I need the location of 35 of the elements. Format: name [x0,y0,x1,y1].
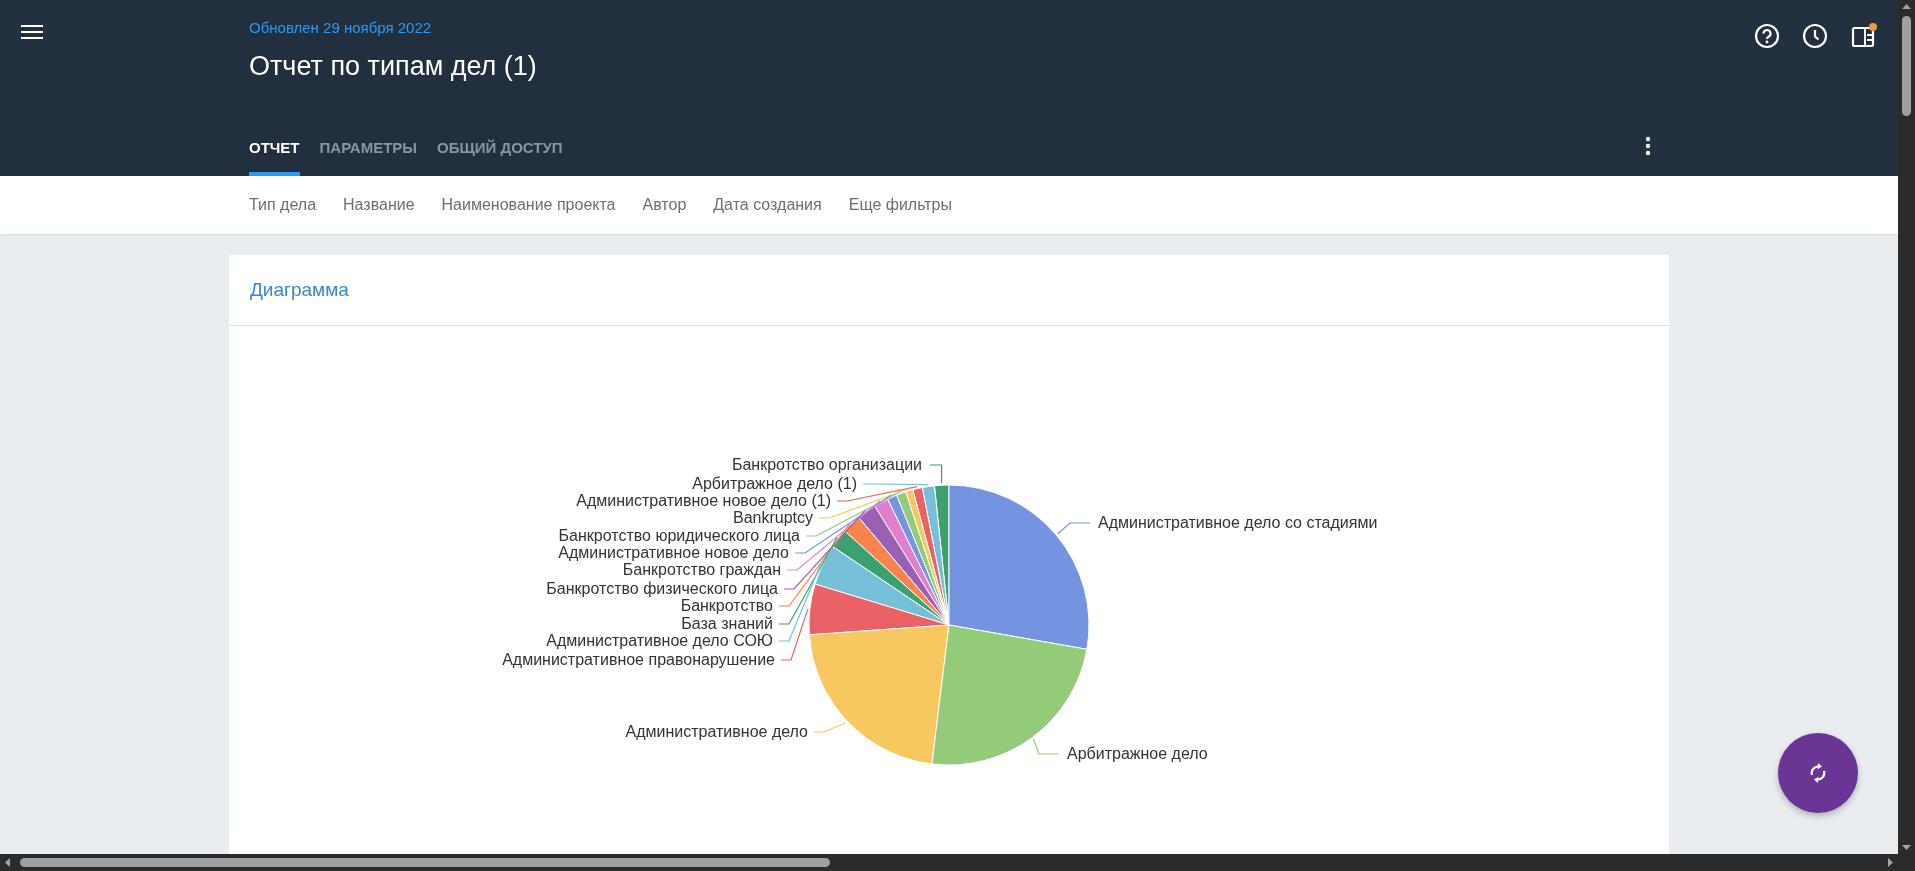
card-title: Диаграмма [250,279,349,301]
report-tab[interactable]: ПАРАМЕТРЫ [319,139,418,176]
slice-label: База знаний [681,615,773,632]
filter-link[interactable]: Дата создания [713,196,822,214]
slice-label: Банкротство граждан [622,561,781,578]
slice-label: Административное новое дело (1) [576,492,831,509]
filter-link[interactable]: Автор [642,196,687,214]
slice-label: Административное дело СОЮ [546,632,773,649]
refresh-button[interactable] [1778,733,1858,813]
slice-label: Арбитражное дело (1) [692,475,857,492]
filter-link[interactable]: Название [343,196,415,214]
filter-link[interactable]: Еще фильтры [848,196,952,214]
report-title: Отчет по типам дел (1) [249,50,538,83]
slice-label: Банкротство юридического лица [558,527,800,544]
clock-icon[interactable] [1802,23,1828,49]
more-icon[interactable] [1645,136,1651,156]
slice-label: Административное правонарушение [502,651,775,668]
slice-label: Административное дело [625,723,808,740]
horizontal-scrollbar[interactable] [0,854,1898,871]
help-icon[interactable] [1754,23,1780,49]
filter-link[interactable]: Наименование проекта [441,196,616,214]
slice-label: Банкротство физического лица [546,580,778,597]
report-tab[interactable]: ОБЩИЙ ДОСТУП [437,139,563,176]
slice-label: Банкротство организации [731,456,922,473]
vertical-scrollbar[interactable] [1898,0,1915,854]
updated-date: Обновлен 29 ноября 2022 [249,18,433,38]
panel-icon[interactable] [1850,22,1878,50]
scrollbar-thumb[interactable] [1902,16,1911,116]
slice-label: Банкротство [680,597,773,614]
filter-link[interactable]: Тип дела [249,196,317,214]
scrollbar-thumb[interactable] [20,858,830,867]
slice-label: Bankruptcy [732,509,813,526]
slice-label: Арбитражное дело [1067,745,1208,762]
slice-label: Административное новое дело [558,544,789,561]
slice-label: Административное дело со стадиями [1098,514,1378,531]
